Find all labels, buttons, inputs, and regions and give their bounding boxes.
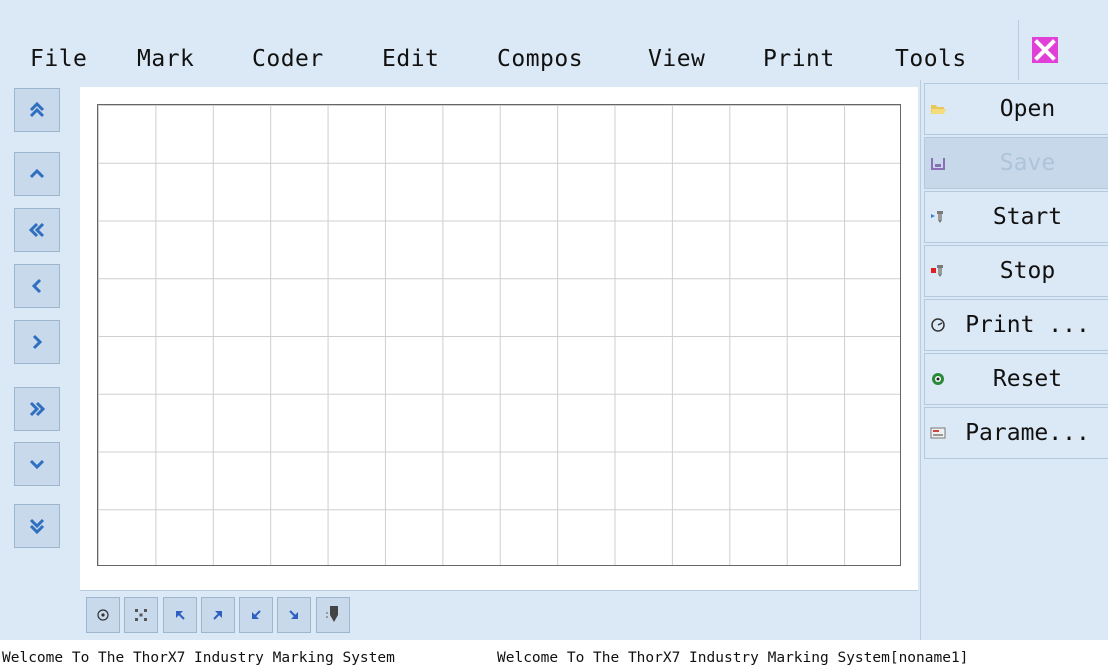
- target-icon: [97, 609, 109, 621]
- scroll-down-fast-icon: [29, 518, 45, 535]
- start-icon: [931, 211, 943, 223]
- scatter-button[interactable]: [124, 597, 158, 633]
- stop-icon: [931, 265, 943, 277]
- menu-bar: File Mark Coder Edit Compos View Print T…: [0, 8, 1108, 80]
- menu-edit[interactable]: Edit: [382, 46, 439, 72]
- design-canvas-area: [80, 87, 918, 590]
- scroll-up-fast-button[interactable]: [14, 88, 60, 132]
- reset-button[interactable]: Reset: [924, 353, 1108, 405]
- print-gauge-icon: [931, 318, 945, 332]
- menu-coder[interactable]: Coder: [252, 46, 324, 72]
- scroll-left-icon: [31, 278, 42, 294]
- parameters-button[interactable]: Parame...: [924, 407, 1108, 459]
- scroll-right-button[interactable]: [14, 320, 60, 364]
- menu-compos[interactable]: Compos: [497, 46, 583, 72]
- app-window: File Mark Coder Edit Compos View Print T…: [0, 0, 1108, 640]
- arrow-up-right-icon: [213, 611, 222, 620]
- design-grid[interactable]: [97, 104, 901, 566]
- scroll-up-button[interactable]: [14, 152, 60, 196]
- menu-tools[interactable]: Tools: [895, 46, 967, 72]
- move-up-left-button[interactable]: [163, 597, 197, 633]
- status-message-left: Welcome To The ThorX7 Industry Marking S…: [2, 650, 395, 666]
- open-button[interactable]: Open: [924, 83, 1108, 135]
- print-head-icon: [326, 606, 338, 622]
- scroll-left-fast-button[interactable]: [14, 208, 60, 252]
- scroll-up-fast-icon: [29, 101, 45, 118]
- parameters-label: Parame...: [965, 420, 1090, 446]
- stop-label: Stop: [999, 258, 1056, 284]
- start-label: Start: [992, 204, 1063, 230]
- arrow-down-right-icon: [289, 610, 298, 619]
- scroll-down-button[interactable]: [14, 442, 60, 486]
- scroll-right-fast-button[interactable]: [14, 387, 60, 431]
- print-button[interactable]: Print ...: [924, 299, 1108, 351]
- move-down-left-button[interactable]: [239, 597, 273, 633]
- scroll-right-icon: [32, 334, 43, 350]
- scroll-left-button[interactable]: [14, 264, 60, 308]
- scroll-left-fast-icon: [28, 222, 45, 238]
- folder-open-icon: [931, 105, 946, 114]
- close-x-icon: [1032, 37, 1058, 63]
- print-head-button[interactable]: [316, 597, 350, 633]
- menu-file[interactable]: File: [30, 46, 87, 72]
- save-label: Save: [999, 150, 1056, 176]
- action-panel: Open Save Start Stop Print ... Reset Par…: [920, 80, 1108, 640]
- save-button[interactable]: Save: [924, 137, 1108, 189]
- center-button[interactable]: [86, 597, 120, 633]
- scroll-down-fast-button[interactable]: [14, 504, 60, 548]
- open-label: Open: [999, 96, 1056, 122]
- move-down-right-button[interactable]: [277, 597, 311, 633]
- arrow-up-left-icon: [176, 611, 185, 620]
- scatter-icon: [135, 609, 147, 621]
- move-up-right-button[interactable]: [201, 597, 235, 633]
- status-message-right: Welcome To The ThorX7 Industry Marking S…: [497, 650, 969, 666]
- menu-print[interactable]: Print: [763, 46, 835, 72]
- close-button[interactable]: [1018, 20, 1071, 80]
- reset-icon: [932, 373, 944, 385]
- stop-button[interactable]: Stop: [924, 245, 1108, 297]
- save-disk-icon: [931, 158, 945, 170]
- menu-mark[interactable]: Mark: [137, 46, 194, 72]
- scroll-up-icon: [29, 168, 45, 179]
- scroll-nav-panel: [0, 80, 78, 640]
- parameters-icon: [930, 427, 946, 439]
- scroll-right-fast-icon: [29, 401, 46, 417]
- menu-view[interactable]: View: [648, 46, 705, 72]
- bottom-toolbar: [80, 590, 918, 639]
- status-bar: Welcome To The ThorX7 Industry Marking S…: [0, 640, 1108, 671]
- start-button[interactable]: Start: [924, 191, 1108, 243]
- arrow-down-left-icon: [252, 610, 261, 619]
- print-label: Print ...: [965, 312, 1090, 338]
- scroll-down-icon: [29, 459, 45, 470]
- reset-label: Reset: [992, 366, 1063, 392]
